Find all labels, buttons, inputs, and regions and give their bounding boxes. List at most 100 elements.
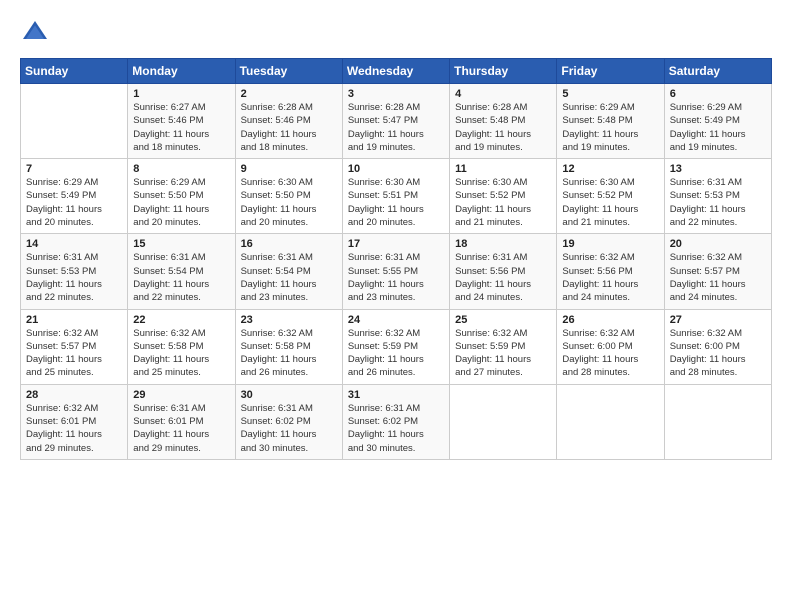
- calendar-cell: 2Sunrise: 6:28 AM Sunset: 5:46 PM Daylig…: [235, 84, 342, 159]
- calendar-cell: 7Sunrise: 6:29 AM Sunset: 5:49 PM Daylig…: [21, 159, 128, 234]
- day-info: Sunrise: 6:30 AM Sunset: 5:52 PM Dayligh…: [562, 176, 658, 229]
- weekday-header-saturday: Saturday: [664, 59, 771, 84]
- calendar-cell: 10Sunrise: 6:30 AM Sunset: 5:51 PM Dayli…: [342, 159, 449, 234]
- page: SundayMondayTuesdayWednesdayThursdayFrid…: [0, 0, 792, 612]
- calendar-cell: 27Sunrise: 6:32 AM Sunset: 6:00 PM Dayli…: [664, 309, 771, 384]
- day-number: 4: [455, 88, 551, 100]
- day-info: Sunrise: 6:32 AM Sunset: 5:56 PM Dayligh…: [562, 251, 658, 304]
- day-info: Sunrise: 6:28 AM Sunset: 5:48 PM Dayligh…: [455, 101, 551, 154]
- day-info: Sunrise: 6:30 AM Sunset: 5:50 PM Dayligh…: [241, 176, 337, 229]
- day-info: Sunrise: 6:31 AM Sunset: 5:53 PM Dayligh…: [26, 251, 122, 304]
- day-info: Sunrise: 6:29 AM Sunset: 5:50 PM Dayligh…: [133, 176, 229, 229]
- calendar-cell: 20Sunrise: 6:32 AM Sunset: 5:57 PM Dayli…: [664, 234, 771, 309]
- day-number: 13: [670, 163, 766, 175]
- calendar-cell: 18Sunrise: 6:31 AM Sunset: 5:56 PM Dayli…: [450, 234, 557, 309]
- day-number: 14: [26, 238, 122, 250]
- logo: [20, 18, 54, 48]
- weekday-header-wednesday: Wednesday: [342, 59, 449, 84]
- day-info: Sunrise: 6:30 AM Sunset: 5:52 PM Dayligh…: [455, 176, 551, 229]
- calendar-cell: 28Sunrise: 6:32 AM Sunset: 6:01 PM Dayli…: [21, 384, 128, 459]
- calendar-cell: 19Sunrise: 6:32 AM Sunset: 5:56 PM Dayli…: [557, 234, 664, 309]
- day-info: Sunrise: 6:32 AM Sunset: 6:01 PM Dayligh…: [26, 402, 122, 455]
- day-number: 21: [26, 314, 122, 326]
- weekday-header-friday: Friday: [557, 59, 664, 84]
- weekday-header-row: SundayMondayTuesdayWednesdayThursdayFrid…: [21, 59, 772, 84]
- weekday-header-thursday: Thursday: [450, 59, 557, 84]
- day-info: Sunrise: 6:27 AM Sunset: 5:46 PM Dayligh…: [133, 101, 229, 154]
- day-number: 18: [455, 238, 551, 250]
- calendar-cell: [664, 384, 771, 459]
- calendar-week-row: 7Sunrise: 6:29 AM Sunset: 5:49 PM Daylig…: [21, 159, 772, 234]
- day-info: Sunrise: 6:30 AM Sunset: 5:51 PM Dayligh…: [348, 176, 444, 229]
- calendar-cell: 12Sunrise: 6:30 AM Sunset: 5:52 PM Dayli…: [557, 159, 664, 234]
- calendar-cell: 23Sunrise: 6:32 AM Sunset: 5:58 PM Dayli…: [235, 309, 342, 384]
- header: [20, 18, 772, 48]
- weekday-header-monday: Monday: [128, 59, 235, 84]
- day-number: 10: [348, 163, 444, 175]
- day-number: 26: [562, 314, 658, 326]
- calendar-cell: 25Sunrise: 6:32 AM Sunset: 5:59 PM Dayli…: [450, 309, 557, 384]
- day-info: Sunrise: 6:32 AM Sunset: 5:57 PM Dayligh…: [26, 327, 122, 380]
- day-info: Sunrise: 6:28 AM Sunset: 5:47 PM Dayligh…: [348, 101, 444, 154]
- calendar-cell: 24Sunrise: 6:32 AM Sunset: 5:59 PM Dayli…: [342, 309, 449, 384]
- day-number: 1: [133, 88, 229, 100]
- calendar-cell: [557, 384, 664, 459]
- day-info: Sunrise: 6:29 AM Sunset: 5:49 PM Dayligh…: [26, 176, 122, 229]
- day-number: 5: [562, 88, 658, 100]
- day-number: 25: [455, 314, 551, 326]
- day-number: 28: [26, 389, 122, 401]
- day-info: Sunrise: 6:32 AM Sunset: 5:58 PM Dayligh…: [133, 327, 229, 380]
- day-number: 22: [133, 314, 229, 326]
- day-number: 27: [670, 314, 766, 326]
- day-info: Sunrise: 6:32 AM Sunset: 6:00 PM Dayligh…: [562, 327, 658, 380]
- day-number: 8: [133, 163, 229, 175]
- day-info: Sunrise: 6:31 AM Sunset: 5:55 PM Dayligh…: [348, 251, 444, 304]
- calendar-cell: 4Sunrise: 6:28 AM Sunset: 5:48 PM Daylig…: [450, 84, 557, 159]
- day-info: Sunrise: 6:29 AM Sunset: 5:48 PM Dayligh…: [562, 101, 658, 154]
- day-number: 24: [348, 314, 444, 326]
- day-info: Sunrise: 6:31 AM Sunset: 6:02 PM Dayligh…: [241, 402, 337, 455]
- day-number: 7: [26, 163, 122, 175]
- day-number: 12: [562, 163, 658, 175]
- day-info: Sunrise: 6:32 AM Sunset: 5:58 PM Dayligh…: [241, 327, 337, 380]
- day-number: 9: [241, 163, 337, 175]
- day-number: 17: [348, 238, 444, 250]
- calendar-cell: 8Sunrise: 6:29 AM Sunset: 5:50 PM Daylig…: [128, 159, 235, 234]
- day-number: 15: [133, 238, 229, 250]
- calendar-cell: 14Sunrise: 6:31 AM Sunset: 5:53 PM Dayli…: [21, 234, 128, 309]
- day-number: 11: [455, 163, 551, 175]
- day-info: Sunrise: 6:31 AM Sunset: 5:56 PM Dayligh…: [455, 251, 551, 304]
- calendar-cell: 30Sunrise: 6:31 AM Sunset: 6:02 PM Dayli…: [235, 384, 342, 459]
- day-number: 31: [348, 389, 444, 401]
- calendar-week-row: 1Sunrise: 6:27 AM Sunset: 5:46 PM Daylig…: [21, 84, 772, 159]
- calendar-cell: 29Sunrise: 6:31 AM Sunset: 6:01 PM Dayli…: [128, 384, 235, 459]
- calendar-cell: [450, 384, 557, 459]
- day-number: 16: [241, 238, 337, 250]
- calendar-cell: 26Sunrise: 6:32 AM Sunset: 6:00 PM Dayli…: [557, 309, 664, 384]
- day-info: Sunrise: 6:31 AM Sunset: 5:54 PM Dayligh…: [133, 251, 229, 304]
- calendar-cell: 3Sunrise: 6:28 AM Sunset: 5:47 PM Daylig…: [342, 84, 449, 159]
- calendar-cell: 22Sunrise: 6:32 AM Sunset: 5:58 PM Dayli…: [128, 309, 235, 384]
- day-info: Sunrise: 6:32 AM Sunset: 5:59 PM Dayligh…: [348, 327, 444, 380]
- day-number: 20: [670, 238, 766, 250]
- day-number: 2: [241, 88, 337, 100]
- day-info: Sunrise: 6:32 AM Sunset: 5:59 PM Dayligh…: [455, 327, 551, 380]
- day-number: 29: [133, 389, 229, 401]
- day-number: 19: [562, 238, 658, 250]
- day-info: Sunrise: 6:31 AM Sunset: 6:01 PM Dayligh…: [133, 402, 229, 455]
- calendar-cell: 5Sunrise: 6:29 AM Sunset: 5:48 PM Daylig…: [557, 84, 664, 159]
- day-info: Sunrise: 6:28 AM Sunset: 5:46 PM Dayligh…: [241, 101, 337, 154]
- day-info: Sunrise: 6:31 AM Sunset: 5:54 PM Dayligh…: [241, 251, 337, 304]
- day-number: 6: [670, 88, 766, 100]
- calendar-week-row: 14Sunrise: 6:31 AM Sunset: 5:53 PM Dayli…: [21, 234, 772, 309]
- calendar-week-row: 21Sunrise: 6:32 AM Sunset: 5:57 PM Dayli…: [21, 309, 772, 384]
- calendar-cell: 15Sunrise: 6:31 AM Sunset: 5:54 PM Dayli…: [128, 234, 235, 309]
- day-info: Sunrise: 6:31 AM Sunset: 6:02 PM Dayligh…: [348, 402, 444, 455]
- weekday-header-sunday: Sunday: [21, 59, 128, 84]
- calendar-cell: 17Sunrise: 6:31 AM Sunset: 5:55 PM Dayli…: [342, 234, 449, 309]
- day-info: Sunrise: 6:32 AM Sunset: 5:57 PM Dayligh…: [670, 251, 766, 304]
- logo-icon: [20, 18, 50, 48]
- calendar-week-row: 28Sunrise: 6:32 AM Sunset: 6:01 PM Dayli…: [21, 384, 772, 459]
- calendar-cell: [21, 84, 128, 159]
- calendar-table: SundayMondayTuesdayWednesdayThursdayFrid…: [20, 58, 772, 460]
